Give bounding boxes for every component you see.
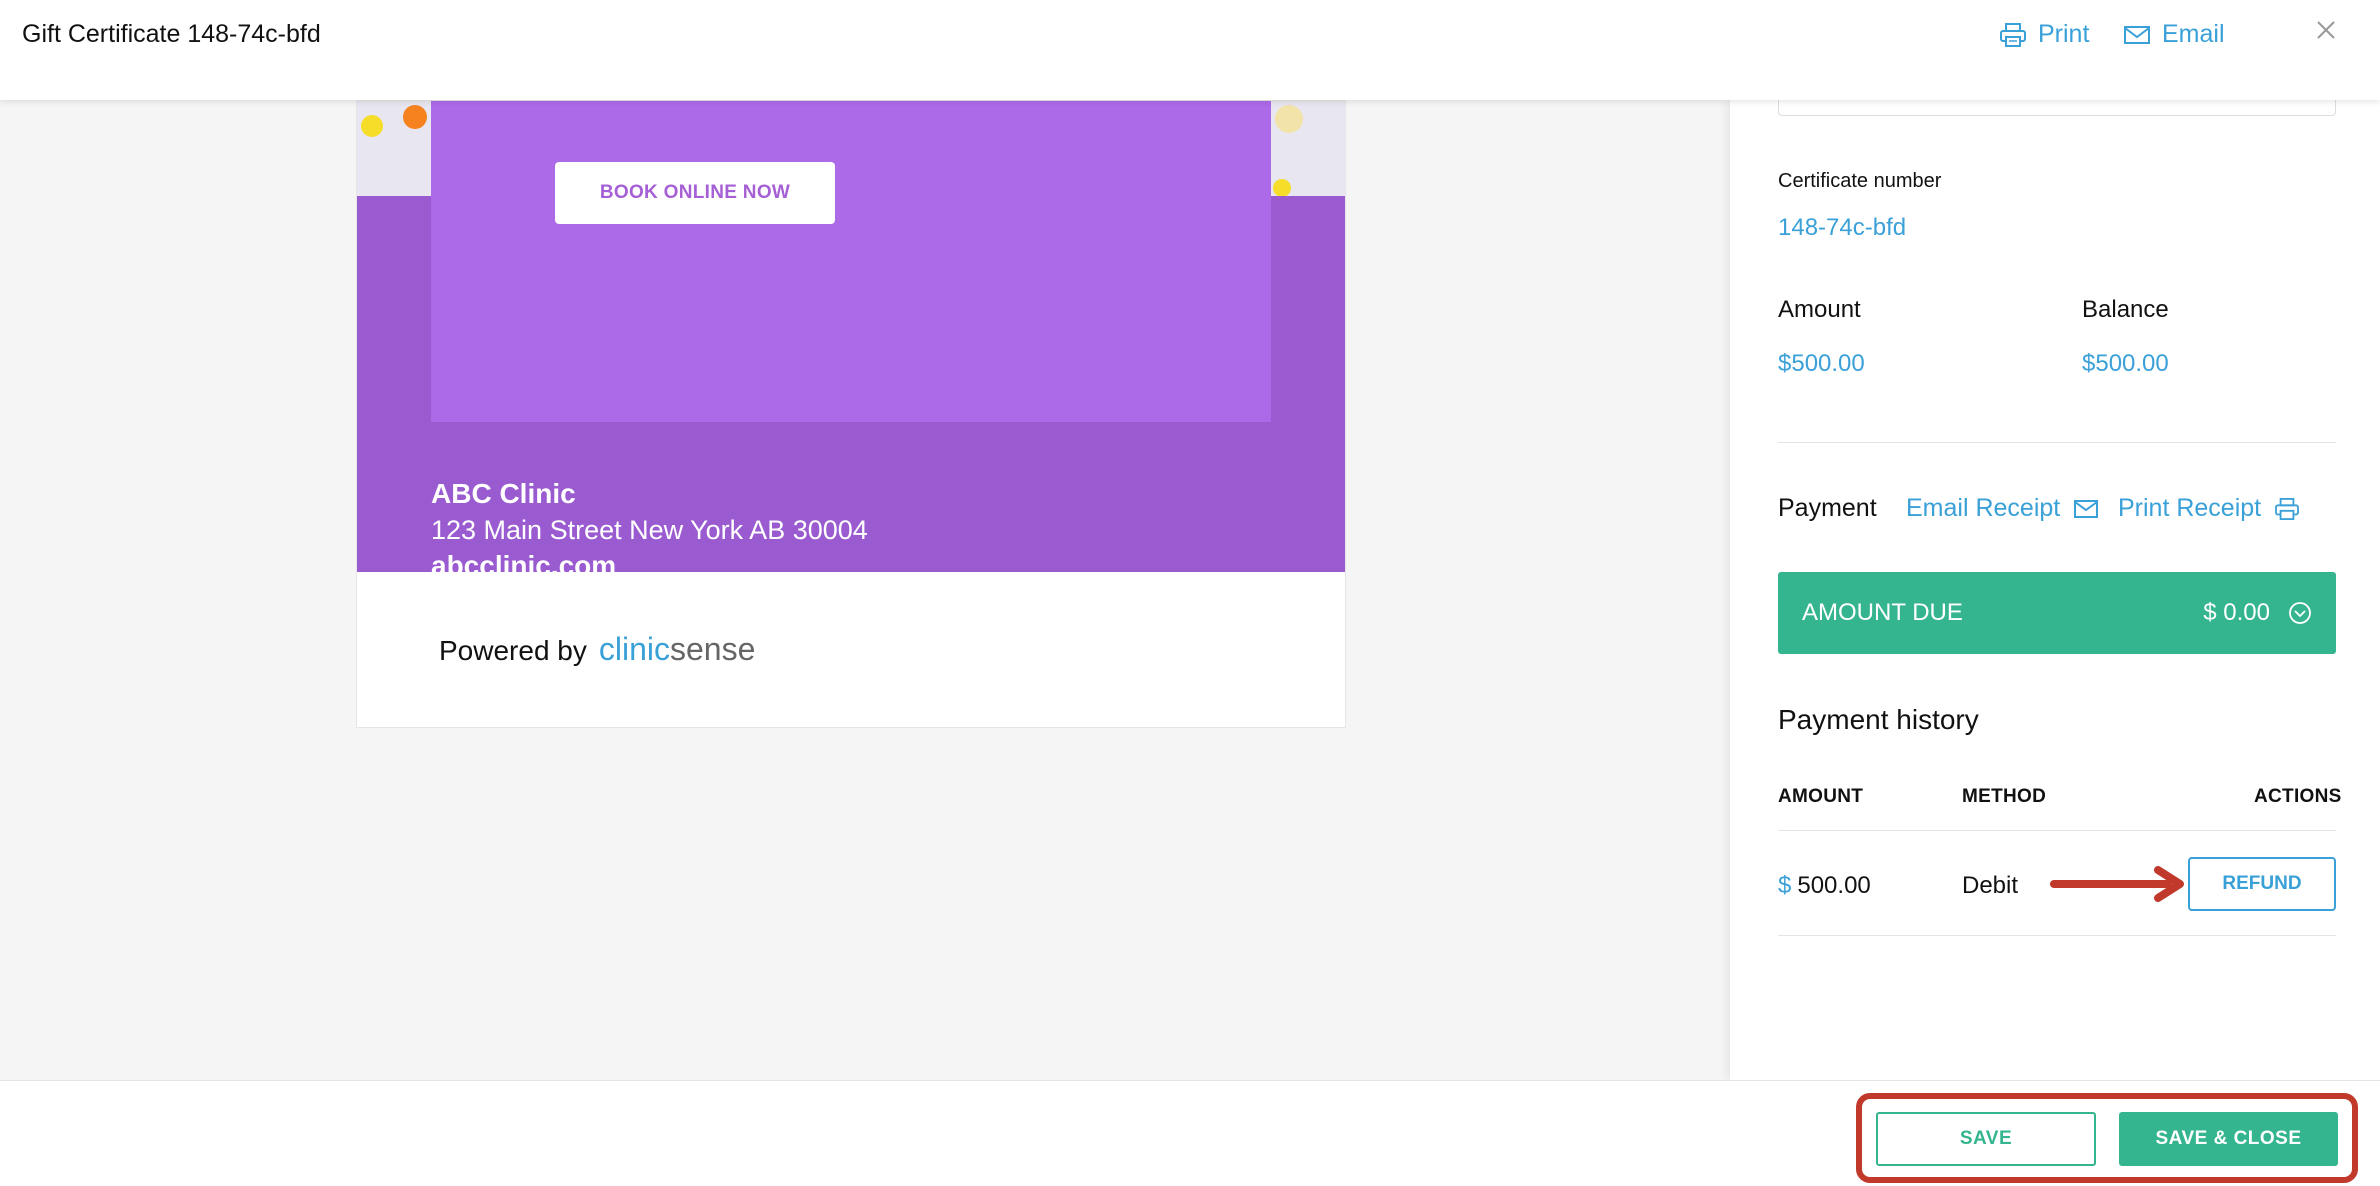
envelope-icon [2124,25,2150,44]
gift-certificate-card: BOOK ONLINE NOW ABC Clinic 123 Main Stre… [356,100,1346,728]
amount-due-bar[interactable]: AMOUNT DUE $ 0.00 [1778,572,2336,654]
email-receipt-label: Email Receipt [1906,494,2061,522]
balance-value: $500.00 [2082,350,2169,377]
clinic-website: abcclinic.com [431,550,617,581]
payment-history-title: Payment history [1778,704,1979,735]
amount-due-label: AMOUNT DUE [1802,599,1963,626]
payment-amount: 500.00 [1797,872,1871,899]
powered-by-text: Powered by [439,635,587,666]
balance-label: Balance [2082,296,2169,323]
confetti-dot [403,105,427,129]
print-button[interactable]: Print [2000,20,2089,49]
table-header-divider [1778,830,2336,831]
payment-label: Payment [1778,494,1877,522]
print-label: Print [2038,20,2090,48]
column-header-method: METHOD [1962,786,2047,807]
save-and-close-button[interactable]: SAVE & CLOSE [2119,1112,2338,1166]
print-receipt-link[interactable]: Print Receipt [2118,494,2300,523]
table-row-divider [1778,935,2336,936]
logo-part-clinic: clinic [598,631,670,667]
clinic-phone: (212) 555-5555 [431,586,623,617]
certificate-purple-band: BOOK ONLINE NOW ABC Clinic 123 Main Stre… [357,101,1345,617]
logo-part-sense: sense [670,631,756,667]
certificate-preview-area: BOOK ONLINE NOW ABC Clinic 123 Main Stre… [0,100,1730,1080]
section-divider [1778,442,2336,443]
cert-number-value[interactable]: 148-74c-bfd [1778,214,1906,242]
column-header-actions: ACTIONS [2254,786,2342,807]
amount-value: $500.00 [1778,350,1865,377]
clinic-name: ABC Clinic [431,478,576,509]
dialog-title: Gift Certificate 148-74c-bfd [22,20,321,48]
powered-by: Powered by clinicsense [439,631,755,668]
column-header-amount: AMOUNT [1778,786,1864,807]
email-label: Email [2162,20,2225,48]
clinicsense-logo: clinicsense [599,631,756,668]
annotation-arrow [2050,866,2184,902]
printer-icon [2000,22,2026,47]
confetti-dot [1273,179,1291,197]
book-online-button[interactable]: BOOK ONLINE NOW [555,162,835,224]
confetti-dot [1275,105,1303,133]
dialog-footer: SAVE SAVE & CLOSE [0,1080,2380,1186]
payment-row-method: Debit [1962,872,2019,899]
envelope-icon [2074,499,2099,518]
currency-symbol: $ [1778,872,1792,899]
email-button[interactable]: Email [2124,20,2225,49]
save-button[interactable]: SAVE [1876,1112,2096,1166]
amount-due-value: $ 0.00 [2203,599,2270,626]
refund-button[interactable]: REFUND [2188,857,2336,911]
chevron-down-circle-icon [2289,602,2311,624]
amount-label: Amount [1778,296,1861,323]
clinic-info: ABC Clinic 123 Main Street New York AB 3… [431,476,868,620]
certificate-inner-panel: BOOK ONLINE NOW [431,101,1271,422]
payment-row-amount: $500.00 [1778,872,1871,900]
confetti-dot [361,115,383,137]
close-icon[interactable] [2314,18,2338,42]
printer-icon [2275,497,2300,520]
cert-number-label: Certificate number [1778,170,1942,192]
print-receipt-label: Print Receipt [2118,494,2262,522]
dialog-header: Gift Certificate 148-74c-bfd Print Email [0,0,2380,100]
email-receipt-link[interactable]: Email Receipt [1906,494,2099,523]
details-panel: Certificate number 148-74c-bfd Amount Ba… [1730,90,2380,1080]
clinic-address: 123 Main Street New York AB 30004 [431,515,868,545]
